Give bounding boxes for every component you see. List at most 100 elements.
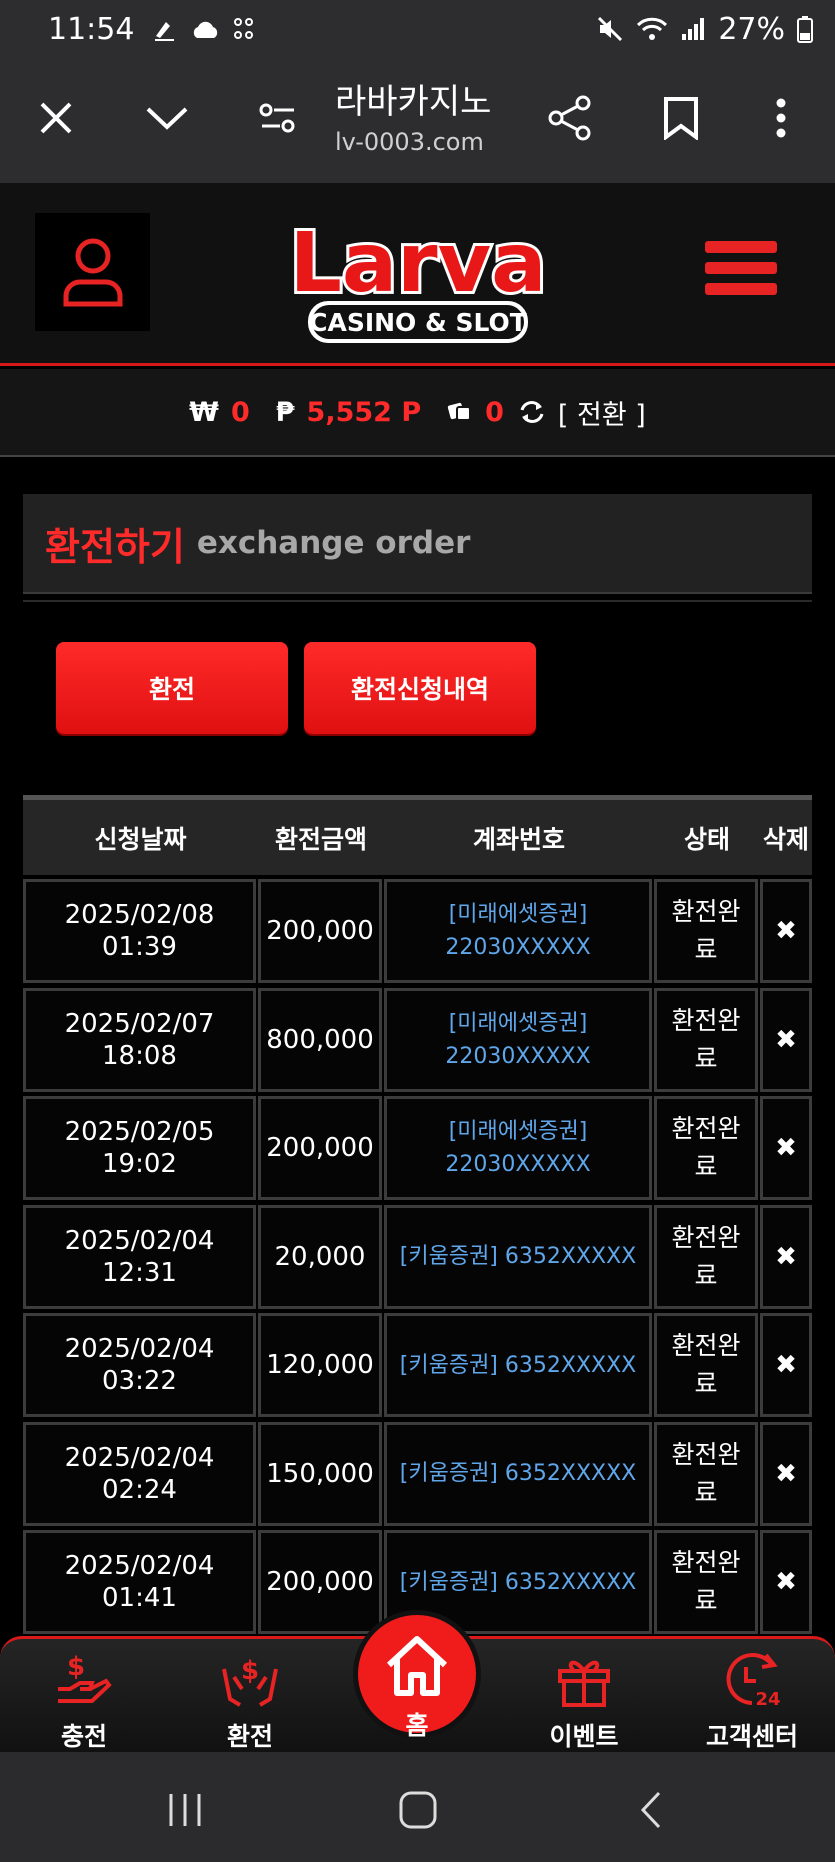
time-text: 18:08	[102, 1040, 177, 1071]
won-balance: 0	[230, 396, 250, 428]
cell-date: 2025/02/05 19:02	[23, 1096, 256, 1200]
back-icon[interactable]	[622, 1780, 682, 1840]
status-line-2: 료	[694, 1586, 718, 1615]
nav-event[interactable]: 이벤트	[529, 1649, 639, 1753]
site-logo[interactable]: Larva CASINO & SLOT	[287, 193, 549, 353]
casino-balance: 0	[485, 396, 504, 428]
refresh-icon[interactable]	[518, 398, 546, 426]
switch-button[interactable]: [ 전환 ]	[558, 393, 646, 432]
cell-status: 환전완 료	[654, 1204, 758, 1309]
header-date: 신청날짜	[94, 824, 187, 854]
status-line-1: 환전완	[671, 1005, 741, 1035]
status-right: 27%	[596, 12, 813, 47]
more-vert-icon[interactable]	[751, 88, 811, 148]
user-button[interactable]	[35, 213, 150, 331]
account-line-2: 22030XXXXX	[445, 1043, 591, 1069]
cell-date: 2025/02/08 01:39	[23, 879, 256, 983]
nav-event-label: 이벤트	[549, 1722, 619, 1751]
user-icon	[63, 238, 122, 307]
close-icon[interactable]	[26, 88, 86, 148]
time-text: 02:24	[102, 1474, 177, 1505]
point-balance: 5,552 P	[306, 396, 422, 428]
nav-support[interactable]: 24 고객센터	[697, 1649, 807, 1753]
delete-button[interactable]: ✖	[760, 1530, 812, 1634]
cell-amount: 150,000	[258, 1421, 382, 1526]
nav-home-label: 홈	[405, 1711, 429, 1740]
status-line-2: 료	[694, 1260, 718, 1290]
status-line-2: 료	[694, 1152, 718, 1181]
wifi-icon	[637, 17, 668, 40]
browser-url[interactable]: lv-0003.com	[335, 128, 484, 156]
bookmark-icon[interactable]	[651, 88, 711, 148]
dice-icon	[234, 18, 254, 39]
nav-deposit[interactable]: $ 충전	[29, 1649, 139, 1753]
table-row: 2025/02/04 12:31 20,000 [키움증권] 6352XXXXX 환전완…	[23, 1204, 812, 1313]
table-row: 2025/02/04 03:22 120,000 [키움증권] 6352XXXXX 환전…	[23, 1313, 812, 1421]
header-status: 상태	[683, 824, 730, 854]
delete-button[interactable]: ✖	[760, 879, 812, 983]
svg-text:$: $	[67, 1652, 85, 1682]
date-text: 2025/02/08	[64, 900, 215, 930]
divider	[23, 600, 812, 602]
account-line-1: [미래에셋증권]	[448, 1010, 588, 1036]
page: 11:54 27% 라바카지노 lv-0003.com Larva CASINO…	[0, 0, 835, 1862]
nav-exchange[interactable]: $ 환전	[195, 1649, 305, 1753]
battery-percent: 27%	[718, 11, 785, 47]
time-text: 03:22	[102, 1366, 177, 1396]
cell-account: [키움증권] 6352XXXXX	[384, 1204, 652, 1309]
delete-button[interactable]: ✖	[760, 1204, 812, 1309]
hamburger-menu-icon[interactable]	[705, 241, 777, 303]
browser-bar: 라바카지노 lv-0003.com	[0, 58, 835, 183]
date-text: 2025/02/05	[64, 1117, 215, 1147]
tune-icon[interactable]	[248, 88, 308, 148]
page-subtitle: exchange order	[196, 525, 471, 561]
cell-date: 2025/02/04 12:31	[23, 1204, 256, 1309]
won-icon: ₩	[189, 396, 219, 428]
date-text: 2025/02/04	[64, 1442, 215, 1473]
cell-account: [미래에셋증권] 22030XXXXX	[384, 879, 652, 983]
table-row: 2025/02/04 02:24 150,000 [키움증권] 6352XXXXX 환전…	[23, 1421, 812, 1530]
account-line-2: 22030XXXXX	[445, 935, 591, 960]
cell-amount: 200,000	[258, 1530, 382, 1634]
exchange-table: 신청날짜 환전금액 계좌번호 상태 삭제 2025/02/08 01:39 200,…	[23, 795, 812, 1634]
status-line-1: 환전완	[671, 897, 741, 926]
nav-deposit-label: 충전	[60, 1722, 107, 1751]
cloud-icon	[194, 21, 218, 38]
svg-text:$: $	[241, 1656, 259, 1686]
date-text: 2025/02/04	[64, 1551, 215, 1581]
delete-button[interactable]: ✖	[760, 1096, 812, 1200]
account-line-1: [키움증권] 6352XXXXX	[399, 1244, 637, 1269]
home-system-icon[interactable]	[388, 1780, 448, 1840]
section-title: 환전하기 exchange order	[23, 494, 812, 594]
cell-account: [미래에셋증권] 22030XXXXX	[384, 987, 652, 1092]
browser-title[interactable]: 라바카지노	[335, 74, 491, 123]
cell-date: 2025/02/07 18:08	[23, 987, 256, 1092]
svg-text:24: 24	[755, 1689, 780, 1709]
delete-button[interactable]: ✖	[760, 987, 812, 1092]
mute-icon	[598, 16, 623, 42]
cell-account: [미래에셋증권] 22030XXXXX	[384, 1096, 652, 1200]
chevron-down-icon[interactable]	[137, 88, 197, 148]
system-nav-bar	[0, 1752, 835, 1862]
home-icon	[386, 1636, 448, 1696]
cell-status: 환전완 료	[654, 1421, 758, 1526]
table-row: 2025/02/08 01:39 200,000 [미래에셋증권] 22030XXXXX…	[23, 879, 812, 987]
time-text: 01:41	[102, 1583, 177, 1613]
time-text: 01:39	[102, 932, 177, 962]
cell-status: 환전완 료	[654, 1530, 758, 1634]
delete-button[interactable]: ✖	[760, 1421, 812, 1526]
page-title: 환전하기	[45, 524, 185, 569]
recent-apps-icon[interactable]	[155, 1780, 215, 1840]
exchange-icon: $	[222, 1656, 278, 1707]
exchange-button[interactable]: 환전	[56, 642, 288, 734]
date-text: 2025/02/04	[64, 1225, 215, 1256]
status-line-2: 료	[694, 1043, 718, 1073]
status-line-2: 료	[694, 935, 718, 964]
status-line-1: 환전완	[671, 1114, 741, 1143]
signal-icon	[682, 18, 705, 40]
account-line-2: 22030XXXXX	[445, 1152, 591, 1177]
exchange-history-button[interactable]: 환전신청내역	[304, 642, 536, 734]
delete-button[interactable]: ✖	[760, 1313, 812, 1417]
share-icon[interactable]	[540, 88, 600, 148]
cell-account: [키움증권] 6352XXXXX	[384, 1421, 652, 1526]
